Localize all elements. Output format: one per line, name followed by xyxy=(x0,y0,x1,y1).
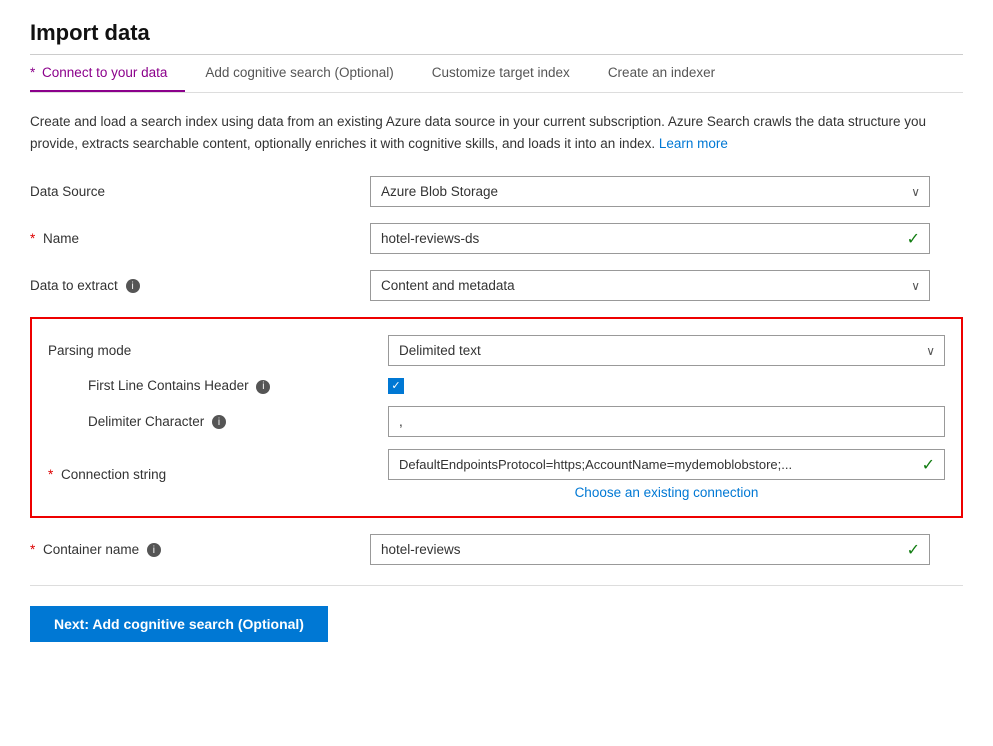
tab-indexer[interactable]: Create an indexer xyxy=(608,55,733,92)
connection-required-star: * xyxy=(48,467,53,482)
delimiter-row: Delimiter Character i xyxy=(48,406,945,437)
delimiter-input[interactable] xyxy=(388,406,945,437)
parsing-mode-select-wrapper: Delimited text ∨ xyxy=(388,335,945,366)
container-required-star: * xyxy=(30,542,35,557)
connection-string-control: ✓ Choose an existing connection xyxy=(388,449,945,500)
name-check-icon: ✓ xyxy=(907,229,920,249)
tab-customize[interactable]: Customize target index xyxy=(432,55,588,92)
first-line-header-label: First Line Contains Header i xyxy=(48,378,388,393)
name-label: * Name xyxy=(30,231,370,246)
connection-string-label: * Connection string xyxy=(48,467,388,482)
name-input-wrapper: ✓ xyxy=(370,223,930,254)
description-text: Create and load a search index using dat… xyxy=(30,111,963,154)
parsing-mode-row: Parsing mode Delimited text ∨ xyxy=(48,335,945,366)
delimiter-input-wrapper xyxy=(388,406,945,437)
container-info-icon: i xyxy=(147,543,161,557)
name-control: ✓ xyxy=(370,223,930,254)
data-extract-info-icon: i xyxy=(126,279,140,293)
red-border-section: Parsing mode Delimited text ∨ First Line… xyxy=(30,317,963,518)
tab-connect[interactable]: * Connect to your data xyxy=(30,55,185,92)
tab-bar: * Connect to your data Add cognitive sea… xyxy=(30,55,963,93)
delimiter-info-icon: i xyxy=(212,415,226,429)
connection-check-icon: ✓ xyxy=(922,455,935,475)
data-extract-select-wrapper: Content and metadata ∨ xyxy=(370,270,930,301)
parsing-mode-select[interactable]: Delimited text xyxy=(388,335,945,366)
first-line-header-row: First Line Contains Header i ✓ xyxy=(48,378,945,394)
container-check-icon: ✓ xyxy=(907,540,920,560)
next-button[interactable]: Next: Add cognitive search (Optional) xyxy=(30,606,328,642)
name-row: * Name ✓ xyxy=(30,223,963,254)
data-extract-control: Content and metadata ∨ xyxy=(370,270,930,301)
container-name-input[interactable] xyxy=(370,534,930,565)
connection-string-row: * Connection string ✓ Choose an existing… xyxy=(48,449,945,500)
choose-connection-link[interactable]: Choose an existing connection xyxy=(388,485,945,500)
connection-string-input[interactable] xyxy=(388,449,945,480)
container-name-row: * Container name i ✓ xyxy=(30,534,963,565)
delimiter-control xyxy=(388,406,945,437)
page-title: Import data xyxy=(30,20,963,46)
container-name-input-wrapper: ✓ xyxy=(370,534,930,565)
container-name-label: * Container name i xyxy=(30,542,370,557)
data-source-row: Data Source Azure Blob Storage ∨ xyxy=(30,176,963,207)
name-input[interactable] xyxy=(370,223,930,254)
learn-more-link[interactable]: Learn more xyxy=(659,136,728,151)
first-line-checkmark-icon: ✓ xyxy=(391,381,400,392)
connection-string-wrapper: ✓ xyxy=(388,449,945,480)
container-name-control: ✓ xyxy=(370,534,930,565)
data-extract-label: Data to extract i xyxy=(30,278,370,293)
data-extract-row: Data to extract i Content and metadata ∨ xyxy=(30,270,963,301)
tab-cognitive[interactable]: Add cognitive search (Optional) xyxy=(205,55,411,92)
first-line-checkbox-wrapper: ✓ xyxy=(388,378,945,394)
data-source-label: Data Source xyxy=(30,184,370,199)
parsing-mode-label: Parsing mode xyxy=(48,343,388,358)
first-line-header-control: ✓ xyxy=(388,378,945,394)
delimiter-label: Delimiter Character i xyxy=(48,414,388,429)
data-source-select[interactable]: Azure Blob Storage xyxy=(370,176,930,207)
data-source-control: Azure Blob Storage ∨ xyxy=(370,176,930,207)
first-line-info-icon: i xyxy=(256,380,270,394)
first-line-checkbox[interactable]: ✓ xyxy=(388,378,404,394)
parsing-mode-control: Delimited text ∨ xyxy=(388,335,945,366)
data-extract-select[interactable]: Content and metadata xyxy=(370,270,930,301)
data-source-select-wrapper: Azure Blob Storage ∨ xyxy=(370,176,930,207)
name-required-star: * xyxy=(30,231,35,246)
